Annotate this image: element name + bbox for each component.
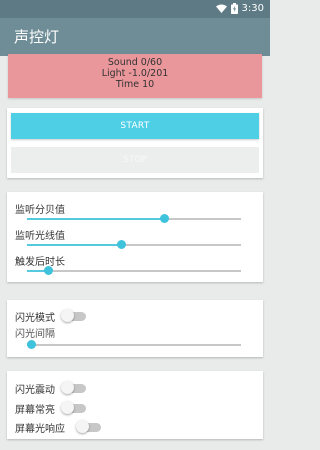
screen-light-response-label: 屏幕光响应	[15, 424, 65, 435]
info-panel: Sound 0/60 Light -1.0/201 Time 10	[8, 54, 262, 98]
keep-screen-on-label: 屏幕常亮	[15, 405, 55, 416]
decibel-label: 监听分贝值	[15, 205, 65, 216]
slider-thumb[interactable]	[44, 266, 54, 275]
slider-fill	[27, 218, 164, 220]
toggle-thumb	[61, 381, 74, 394]
flash-vibrate-toggle[interactable]	[61, 381, 87, 395]
battery-icon	[230, 3, 238, 14]
sound-readout: Sound 0/60	[107, 57, 163, 68]
app-bar: 声控灯	[0, 18, 270, 56]
status-bar: 3:30	[0, 0, 270, 18]
toggle-thumb	[61, 309, 74, 322]
wifi-icon	[215, 4, 227, 13]
flash-interval-slider[interactable]	[27, 340, 241, 349]
flash-card: 闪光模式 闪光间隔	[7, 300, 263, 357]
light-readout: Light -1.0/201	[101, 68, 169, 79]
light-level-slider[interactable]	[27, 240, 241, 249]
screen-light-response-toggle[interactable]	[76, 420, 102, 434]
stop-button[interactable]: STOP	[11, 147, 259, 173]
slider-thumb[interactable]	[117, 240, 127, 249]
flash-vibrate-label: 闪光震动	[15, 385, 55, 396]
control-card: START STOP	[7, 108, 263, 178]
slider-thumb[interactable]	[27, 340, 37, 349]
duration-label: 触发后时长	[15, 257, 65, 268]
toggle-thumb	[61, 401, 74, 414]
duration-slider[interactable]	[27, 266, 241, 275]
sliders-card: 监听分贝值 监听光线值 触发后时长	[7, 192, 263, 282]
options-card: 闪光震动 屏幕常亮 屏幕光响应	[7, 371, 263, 439]
decibel-slider[interactable]	[27, 214, 241, 223]
toggle-thumb	[76, 420, 89, 433]
light-level-label: 监听光线值	[15, 231, 65, 242]
flash-mode-label: 闪光模式	[15, 313, 55, 324]
flash-interval-label: 闪光间隔	[15, 329, 55, 340]
app-title: 声控灯	[14, 28, 60, 46]
time-readout: Time 10	[115, 79, 155, 90]
start-button[interactable]: START	[11, 113, 259, 139]
slider-fill	[27, 244, 122, 246]
flash-mode-toggle[interactable]	[61, 309, 87, 323]
status-time: 3:30	[241, 3, 264, 14]
slider-thumb[interactable]	[159, 214, 169, 223]
keep-screen-on-toggle[interactable]	[61, 401, 87, 415]
